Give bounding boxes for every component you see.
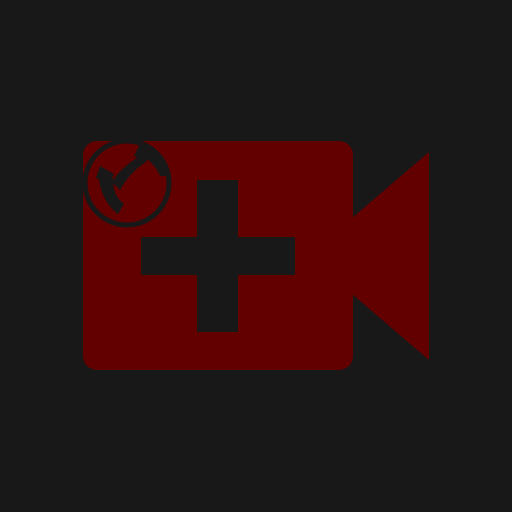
video-camera-lens-icon xyxy=(352,152,429,360)
add-video-call-icon xyxy=(82,138,429,370)
icon-canvas xyxy=(0,0,512,512)
